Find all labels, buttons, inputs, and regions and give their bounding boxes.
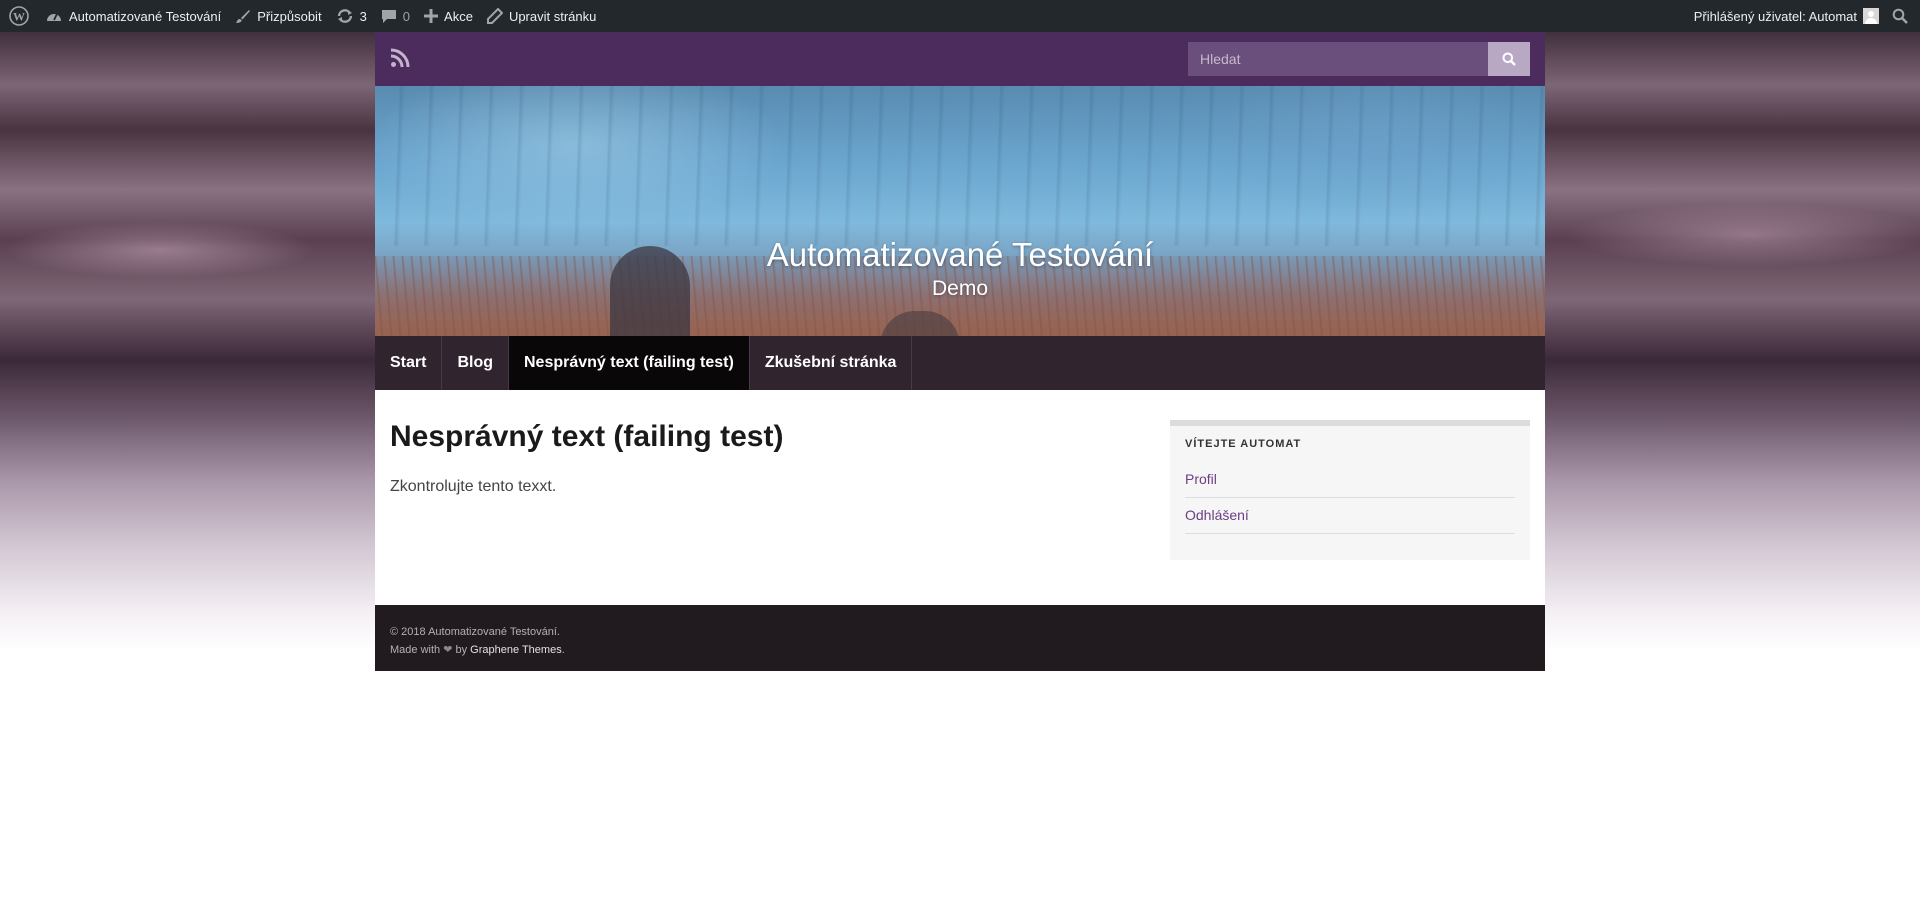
search-button[interactable] xyxy=(1488,42,1530,76)
footer-copyright: © 2018 Automatizované Testování. xyxy=(390,626,560,638)
nav-item-blog[interactable]: Blog xyxy=(442,336,509,390)
main-navigation: Start Blog Nesprávný text (failing test)… xyxy=(375,336,1545,390)
footer: © 2018 Automatizované Testování. Made wi… xyxy=(375,605,1545,671)
search-icon xyxy=(1892,8,1908,24)
site-name-menu[interactable]: Automatizované Testování xyxy=(38,0,228,32)
site-description: Demo xyxy=(931,277,989,300)
top-bar xyxy=(375,32,1545,86)
widget-title: VÍTEJTE AUTOMAT xyxy=(1185,438,1302,450)
plus-icon xyxy=(424,9,439,23)
nav-item-start[interactable]: Start xyxy=(375,336,443,390)
wordpress-menu[interactable]: W xyxy=(0,0,38,32)
comment-icon xyxy=(381,8,397,24)
header-trees xyxy=(375,86,1545,246)
new-content-label: Akce xyxy=(444,8,473,24)
edit-page-link[interactable]: Upravit stránku xyxy=(480,0,603,32)
my-account-menu[interactable]: Přihlášený uživatel: Automat xyxy=(1687,0,1886,32)
footer-credits: Made with ❤ by Graphene Themes. xyxy=(390,644,565,656)
profile-link[interactable]: Profil xyxy=(1185,462,1515,498)
admin-bar: W Automatizované Testování Přizpůsobit 3… xyxy=(0,0,1920,32)
footer-by: by xyxy=(455,644,468,656)
main-content: Nesprávný text (failing test) Zkontroluj… xyxy=(375,390,1545,605)
page-title: Nesprávný text (failing test) xyxy=(390,420,784,453)
comments-link[interactable]: 0 xyxy=(374,0,417,32)
customize-link[interactable]: Přizpůsobit xyxy=(228,0,328,32)
updates-count: 3 xyxy=(359,8,367,24)
wordpress-icon: W xyxy=(9,6,29,26)
page-text: Zkontrolujte tento texxt. xyxy=(390,478,557,495)
site-title[interactable]: Automatizované Testování xyxy=(375,236,1545,274)
new-content-menu[interactable]: Akce xyxy=(417,0,480,32)
dashboard-icon xyxy=(45,8,63,24)
search-icon xyxy=(1502,52,1516,66)
theme-link[interactable]: Graphene Themes xyxy=(470,644,562,656)
updates-link[interactable]: 3 xyxy=(329,0,374,32)
edit-page-label: Upravit stránku xyxy=(508,8,597,24)
nav-item-sample-page[interactable]: Zkušební stránka xyxy=(750,336,913,390)
header-image: Automatizované Testování Demo xyxy=(375,86,1545,336)
avatar xyxy=(1863,8,1879,24)
nav-item-failing-test[interactable]: Nesprávný text (failing test) xyxy=(509,336,750,390)
user-greeting: Přihlášený uživatel: Automat xyxy=(1693,8,1857,24)
admin-search[interactable] xyxy=(1886,0,1920,32)
brush-icon xyxy=(235,8,251,24)
search-input[interactable] xyxy=(1188,42,1488,76)
pencil-icon xyxy=(486,8,503,24)
heart-icon: ❤ xyxy=(443,644,453,656)
customize-label: Přizpůsobit xyxy=(257,8,322,24)
rss-icon[interactable] xyxy=(390,48,410,73)
updates-icon xyxy=(336,8,354,24)
svg-text:W: W xyxy=(13,10,25,24)
search-form xyxy=(1188,42,1530,76)
site-container: Automatizované Testování Demo Start Blog… xyxy=(375,32,1545,671)
logout-link[interactable]: Odhlášení xyxy=(1185,498,1515,534)
site-name-label: Automatizované Testování xyxy=(69,8,222,24)
comments-count: 0 xyxy=(402,8,411,24)
footer-made-with: Made with xyxy=(390,644,441,656)
welcome-widget: VÍTEJTE AUTOMAT Profil Odhlášení xyxy=(1170,420,1530,560)
